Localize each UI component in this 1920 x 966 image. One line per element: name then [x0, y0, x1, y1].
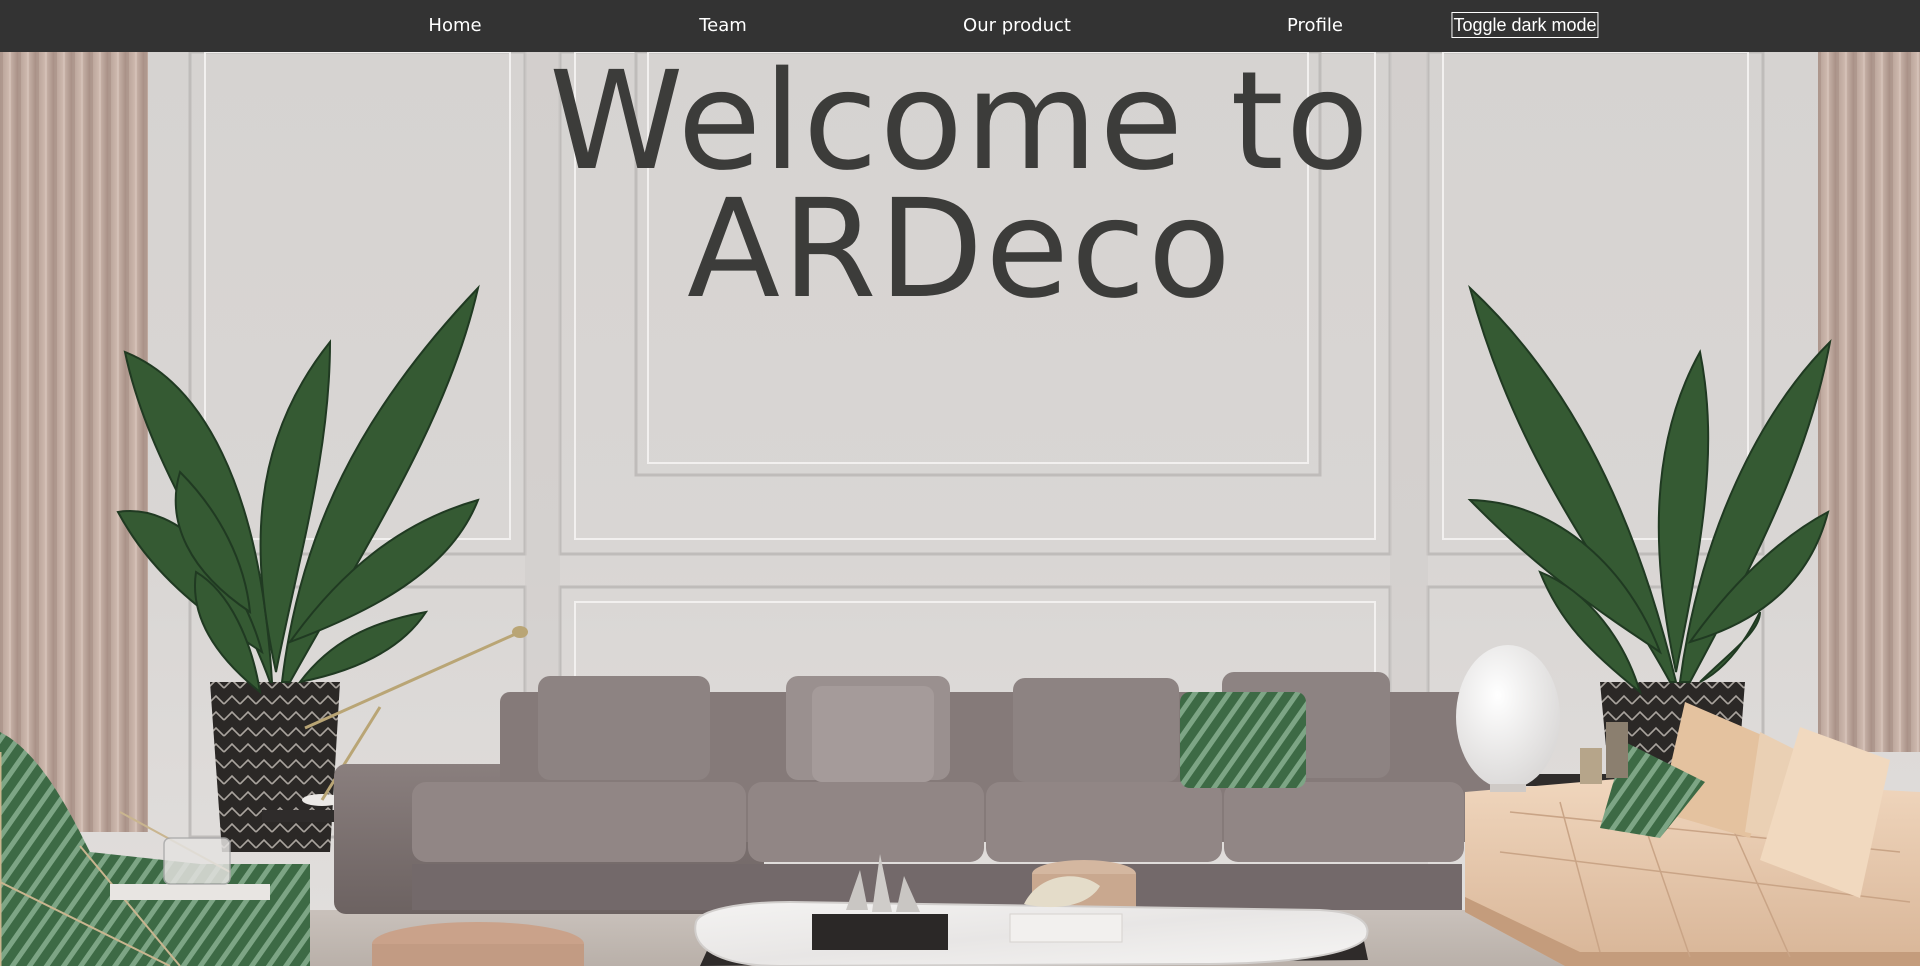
- toggle-dark-mode-button[interactable]: Toggle dark mode: [1451, 12, 1599, 38]
- hero-title-line-2: ARDeco: [687, 171, 1233, 329]
- nav-link-team[interactable]: Team: [699, 0, 747, 52]
- top-navigation-bar: Home Team Our product Profile Toggle dar…: [0, 0, 1920, 52]
- hero-title: Welcome to ARDeco: [460, 54, 1460, 318]
- egg-lamp: [1456, 645, 1560, 789]
- nav-link-profile[interactable]: Profile: [1287, 0, 1343, 52]
- nav-link-home[interactable]: Home: [428, 0, 481, 52]
- hero-section: Welcome to ARDeco: [0, 52, 1920, 966]
- nav-link-our-product[interactable]: Our product: [963, 0, 1071, 52]
- pouf-left: [372, 922, 584, 966]
- grey-sectional-sofa: [334, 672, 1500, 914]
